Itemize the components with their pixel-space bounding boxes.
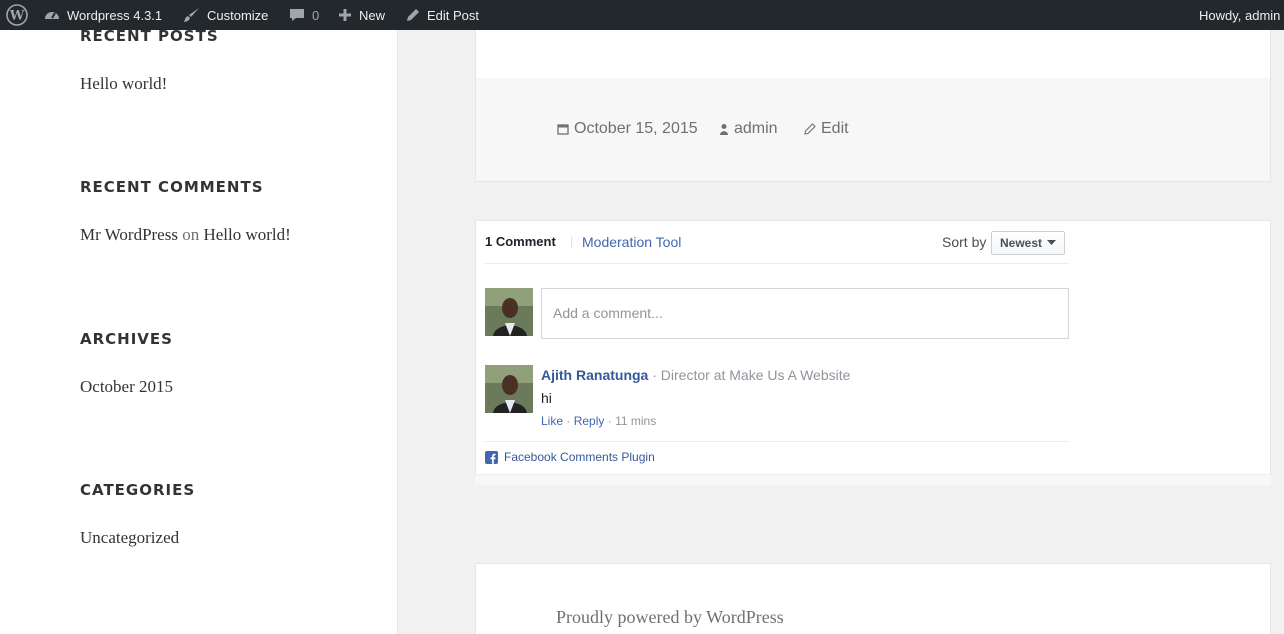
page-edge <box>1271 30 1284 634</box>
post-author-label: admin <box>734 120 778 137</box>
recent-comments-title: RECENT COMMENTS <box>80 178 264 196</box>
sort-by-label: Sort by <box>942 234 987 250</box>
header-separator: | <box>570 234 574 249</box>
wordpress-logo-icon[interactable]: W <box>6 0 28 30</box>
admin-bar: W Wordpress 4.3.1 Customize 0 New Edit P… <box>0 0 1284 30</box>
comment-post-link[interactable]: Hello world! <box>203 225 290 244</box>
comment-header: Ajith Ranatunga · Director at Make Us A … <box>541 367 850 383</box>
edit-post-link[interactable]: Edit Post <box>405 0 479 30</box>
comment-text: hi <box>541 390 552 406</box>
pencil-icon <box>804 123 816 135</box>
post-card: October 15, 2015 admin Edit <box>475 30 1271 182</box>
comment-author-link[interactable]: Ajith Ranatunga <box>541 367 648 383</box>
sort-select[interactable]: Newest <box>991 231 1065 255</box>
comment-time[interactable]: 11 mins <box>615 414 656 428</box>
facebook-comments-box: 1 Comment | Moderation Tool Sort by Newe… <box>475 220 1271 485</box>
comment-author-link[interactable]: Mr WordPress <box>80 225 178 244</box>
post-meta: October 15, 2015 admin Edit <box>476 78 1270 181</box>
calendar-icon <box>557 124 569 135</box>
howdy-label: Howdy, admin <box>1199 7 1281 23</box>
footer-divider <box>485 441 1069 442</box>
moderation-tool-link[interactable]: Moderation Tool <box>582 234 681 250</box>
customize-label: Customize <box>207 7 269 23</box>
current-user-avatar <box>485 288 533 336</box>
comment-input[interactable]: Add a comment... <box>541 288 1069 339</box>
archives-title: ARCHIVES <box>80 330 173 348</box>
my-account-menu[interactable]: Howdy, admin <box>1199 0 1280 30</box>
reply-link[interactable]: Reply <box>574 414 605 428</box>
new-content-menu[interactable]: New <box>337 0 385 30</box>
comment-bubble-icon <box>290 9 304 21</box>
categories-title: CATEGORIES <box>80 481 196 499</box>
comment-input-placeholder: Add a comment... <box>553 305 663 321</box>
svg-text:W: W <box>9 9 25 24</box>
post-author[interactable]: admin <box>719 120 778 138</box>
post-date[interactable]: October 15, 2015 <box>557 120 698 138</box>
comments-link[interactable]: 0 <box>288 0 319 30</box>
comments-count: 0 <box>312 7 320 23</box>
new-label: New <box>359 7 386 23</box>
plus-icon <box>339 9 351 21</box>
fb-plugin-label: Facebook Comments Plugin <box>504 450 655 464</box>
sidebar: RECENT POSTS Hello world! RECENT COMMENT… <box>0 27 398 634</box>
header-divider <box>485 263 1069 264</box>
dot-separator: · <box>652 367 657 383</box>
site-name-menu[interactable]: Wordpress 4.3.1 <box>43 0 162 30</box>
facebook-icon <box>485 450 498 464</box>
post-edit-label: Edit <box>821 120 849 137</box>
site-name-label: Wordpress 4.3.1 <box>67 7 163 23</box>
like-link[interactable]: Like <box>541 414 563 428</box>
commenter-title: Director at Make Us A Website <box>660 367 851 383</box>
post-edit-link[interactable]: Edit <box>804 120 849 138</box>
dashboard-icon <box>45 12 59 19</box>
chevron-down-icon <box>1047 240 1057 245</box>
sort-value: Newest <box>1000 236 1043 250</box>
fb-plugin-link[interactable]: Facebook Comments Plugin <box>485 450 655 464</box>
recent-posts-title: RECENT POSTS <box>80 27 219 45</box>
site-footer: Proudly powered by WordPress <box>475 563 1271 634</box>
category-link[interactable]: Uncategorized <box>80 528 179 548</box>
customize-link[interactable]: Customize <box>183 0 268 30</box>
powered-by-link[interactable]: Proudly powered by WordPress <box>556 607 784 628</box>
recent-post-link[interactable]: Hello world! <box>80 74 167 94</box>
post-date-label: October 15, 2015 <box>574 120 698 137</box>
recent-comment-item: Mr WordPress on Hello world! <box>80 225 291 245</box>
commenter-avatar[interactable] <box>485 365 533 413</box>
user-icon <box>720 124 728 135</box>
pencil-icon <box>407 9 419 21</box>
comment-actions: Like · Reply · 11 mins <box>541 414 657 428</box>
comment-count: 1 Comment <box>485 234 556 249</box>
comment-on-text: on <box>182 225 200 244</box>
brush-icon <box>184 8 199 22</box>
edit-post-label: Edit Post <box>427 7 480 23</box>
archive-link[interactable]: October 2015 <box>80 377 173 397</box>
